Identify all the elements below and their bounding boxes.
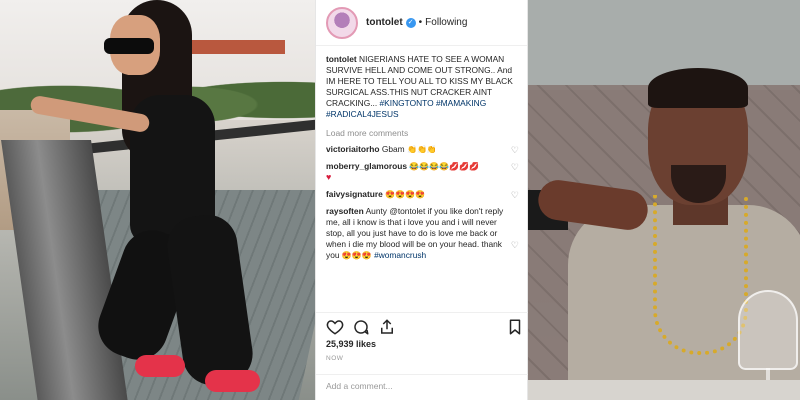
post-header: tontolet ✓ • Following: [316, 0, 527, 46]
avatar[interactable]: [326, 6, 358, 39]
roof: [185, 40, 285, 54]
comment: moberry_glamorous 😂😂😂😂💋💋💋 ♥ ♡: [316, 161, 527, 183]
separator-dot: •: [418, 17, 423, 28]
left-photo: [0, 0, 315, 400]
add-comment-input[interactable]: Add a comment...: [316, 374, 529, 400]
heart-icon[interactable]: [326, 318, 344, 336]
hashtag[interactable]: #MAMAKING: [436, 98, 486, 108]
hashtag[interactable]: #KINGTONTO: [380, 98, 434, 108]
small-heart-icon[interactable]: ♡: [511, 145, 519, 156]
comment-icon[interactable]: [352, 318, 370, 336]
hashtag[interactable]: #RADICAL4JESUS: [326, 109, 399, 119]
action-bar: [316, 312, 529, 336]
slipper: [135, 355, 185, 377]
comment: faivysignature 😍😍😍😍 ♡: [316, 189, 527, 200]
comment-username[interactable]: raysoften: [326, 206, 364, 216]
comment-emoji: 😍😍😍😍: [385, 190, 425, 199]
caption-username[interactable]: tontolet: [326, 54, 357, 64]
caption: tontolet NIGERIANS HATE TO SEE A WOMAN S…: [316, 46, 527, 120]
small-heart-icon[interactable]: ♡: [511, 162, 519, 173]
comment-emoji: 😂😂😂😂💋💋💋: [409, 162, 480, 171]
comment-username[interactable]: faivysignature: [326, 189, 383, 199]
following-button[interactable]: Following: [425, 17, 467, 28]
wine-glass: [738, 290, 798, 370]
comment: raysoften Aunty @tontolet if you like do…: [316, 206, 527, 261]
comment-emoji: 👏👏👏: [406, 145, 437, 154]
instagram-post-panel: tontolet ✓ • Following tontolet NIGERIAN…: [315, 0, 529, 400]
post-time: NOW: [326, 355, 344, 362]
comment-emoji: 😍😍😍: [341, 251, 372, 260]
share-icon[interactable]: [378, 318, 396, 336]
table: [528, 380, 800, 400]
red-heart-emoji: ♥: [326, 172, 332, 182]
sunglasses: [104, 38, 154, 54]
comment-username[interactable]: victoriaitorho: [326, 144, 380, 154]
comment-text: Gbam: [381, 144, 405, 154]
comment: victoriaitorho Gbam 👏👏👏 ♡: [316, 144, 527, 155]
small-heart-icon[interactable]: ♡: [511, 190, 519, 201]
hair: [648, 68, 748, 108]
username[interactable]: tontolet: [366, 17, 403, 28]
right-photo: [528, 0, 800, 400]
small-heart-icon[interactable]: ♡: [511, 240, 519, 251]
bookmark-icon[interactable]: [506, 318, 524, 336]
load-more-comments[interactable]: Load more comments: [326, 128, 517, 138]
comment-username[interactable]: moberry_glamorous: [326, 161, 407, 171]
verified-badge-icon: ✓: [405, 17, 416, 28]
gold-chain: [653, 195, 748, 355]
likes-count[interactable]: 25,939 likes: [326, 339, 376, 349]
slipper: [205, 370, 260, 392]
hashtag[interactable]: #womancrush: [374, 250, 426, 260]
